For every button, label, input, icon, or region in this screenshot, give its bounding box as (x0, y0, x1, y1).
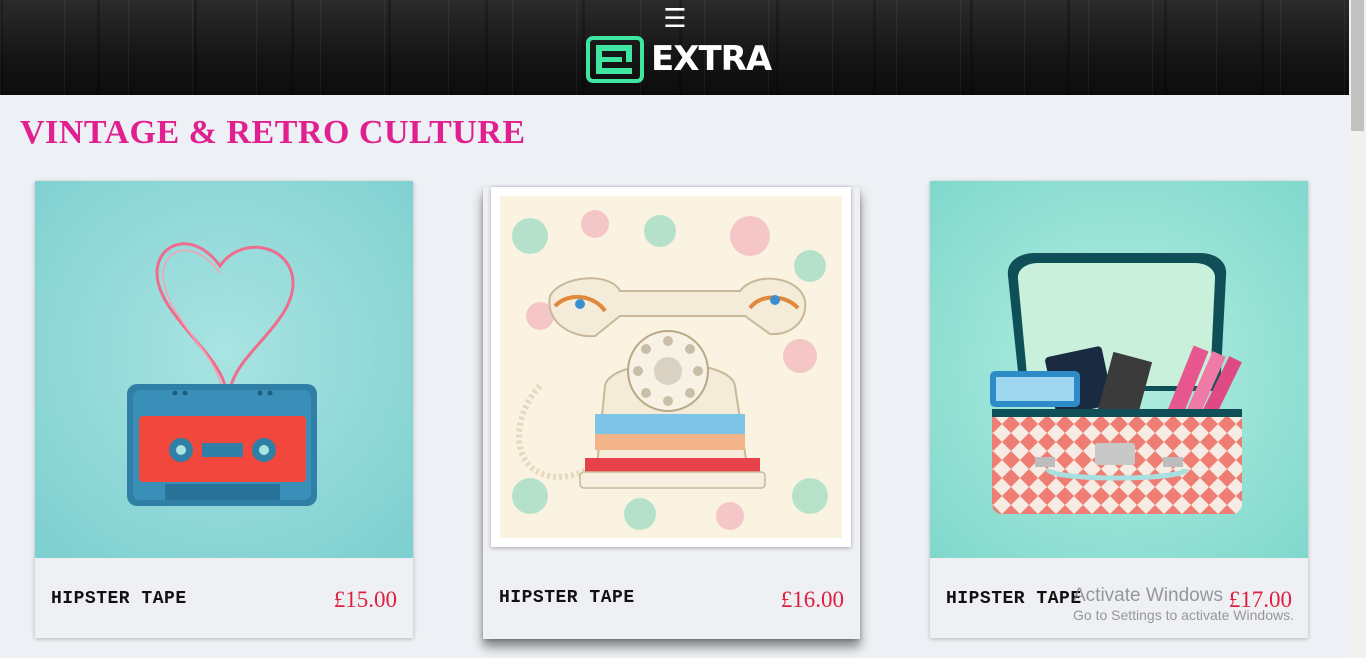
scrollbar-thumb[interactable] (1351, 0, 1364, 131)
logo-text: EXTRA (651, 39, 772, 79)
logo-e-icon (586, 35, 644, 83)
product-name: HIPSTER TAPE (499, 588, 635, 608)
vertical-scrollbar[interactable] (1349, 0, 1366, 658)
cassette-tape-image[interactable] (35, 181, 413, 558)
site-logo[interactable]: EXTRA (586, 35, 772, 83)
product-name: HIPSTER TAPE (51, 589, 187, 609)
product-price: £17.00 (1228, 587, 1292, 612)
product-name: HIPSTER TAPE (946, 589, 1082, 609)
site-header: ☰ EXTRA (0, 0, 1349, 95)
product-price: £15.00 (333, 587, 397, 612)
product-card[interactable]: HIPSTER TAPE £15.00 (35, 181, 413, 638)
page-title: VINTAGE & RETRO CULTURE (20, 114, 526, 151)
vintage-telephone-image[interactable] (491, 187, 851, 547)
product-price: £16.00 (780, 587, 844, 612)
product-card[interactable]: HIPSTER TAPE £16.00 (483, 187, 860, 639)
product-card[interactable]: HIPSTER TAPE £17.00 (930, 181, 1308, 638)
retro-suitcase-image[interactable] (930, 181, 1308, 558)
hamburger-menu-icon[interactable]: ☰ (662, 6, 688, 32)
